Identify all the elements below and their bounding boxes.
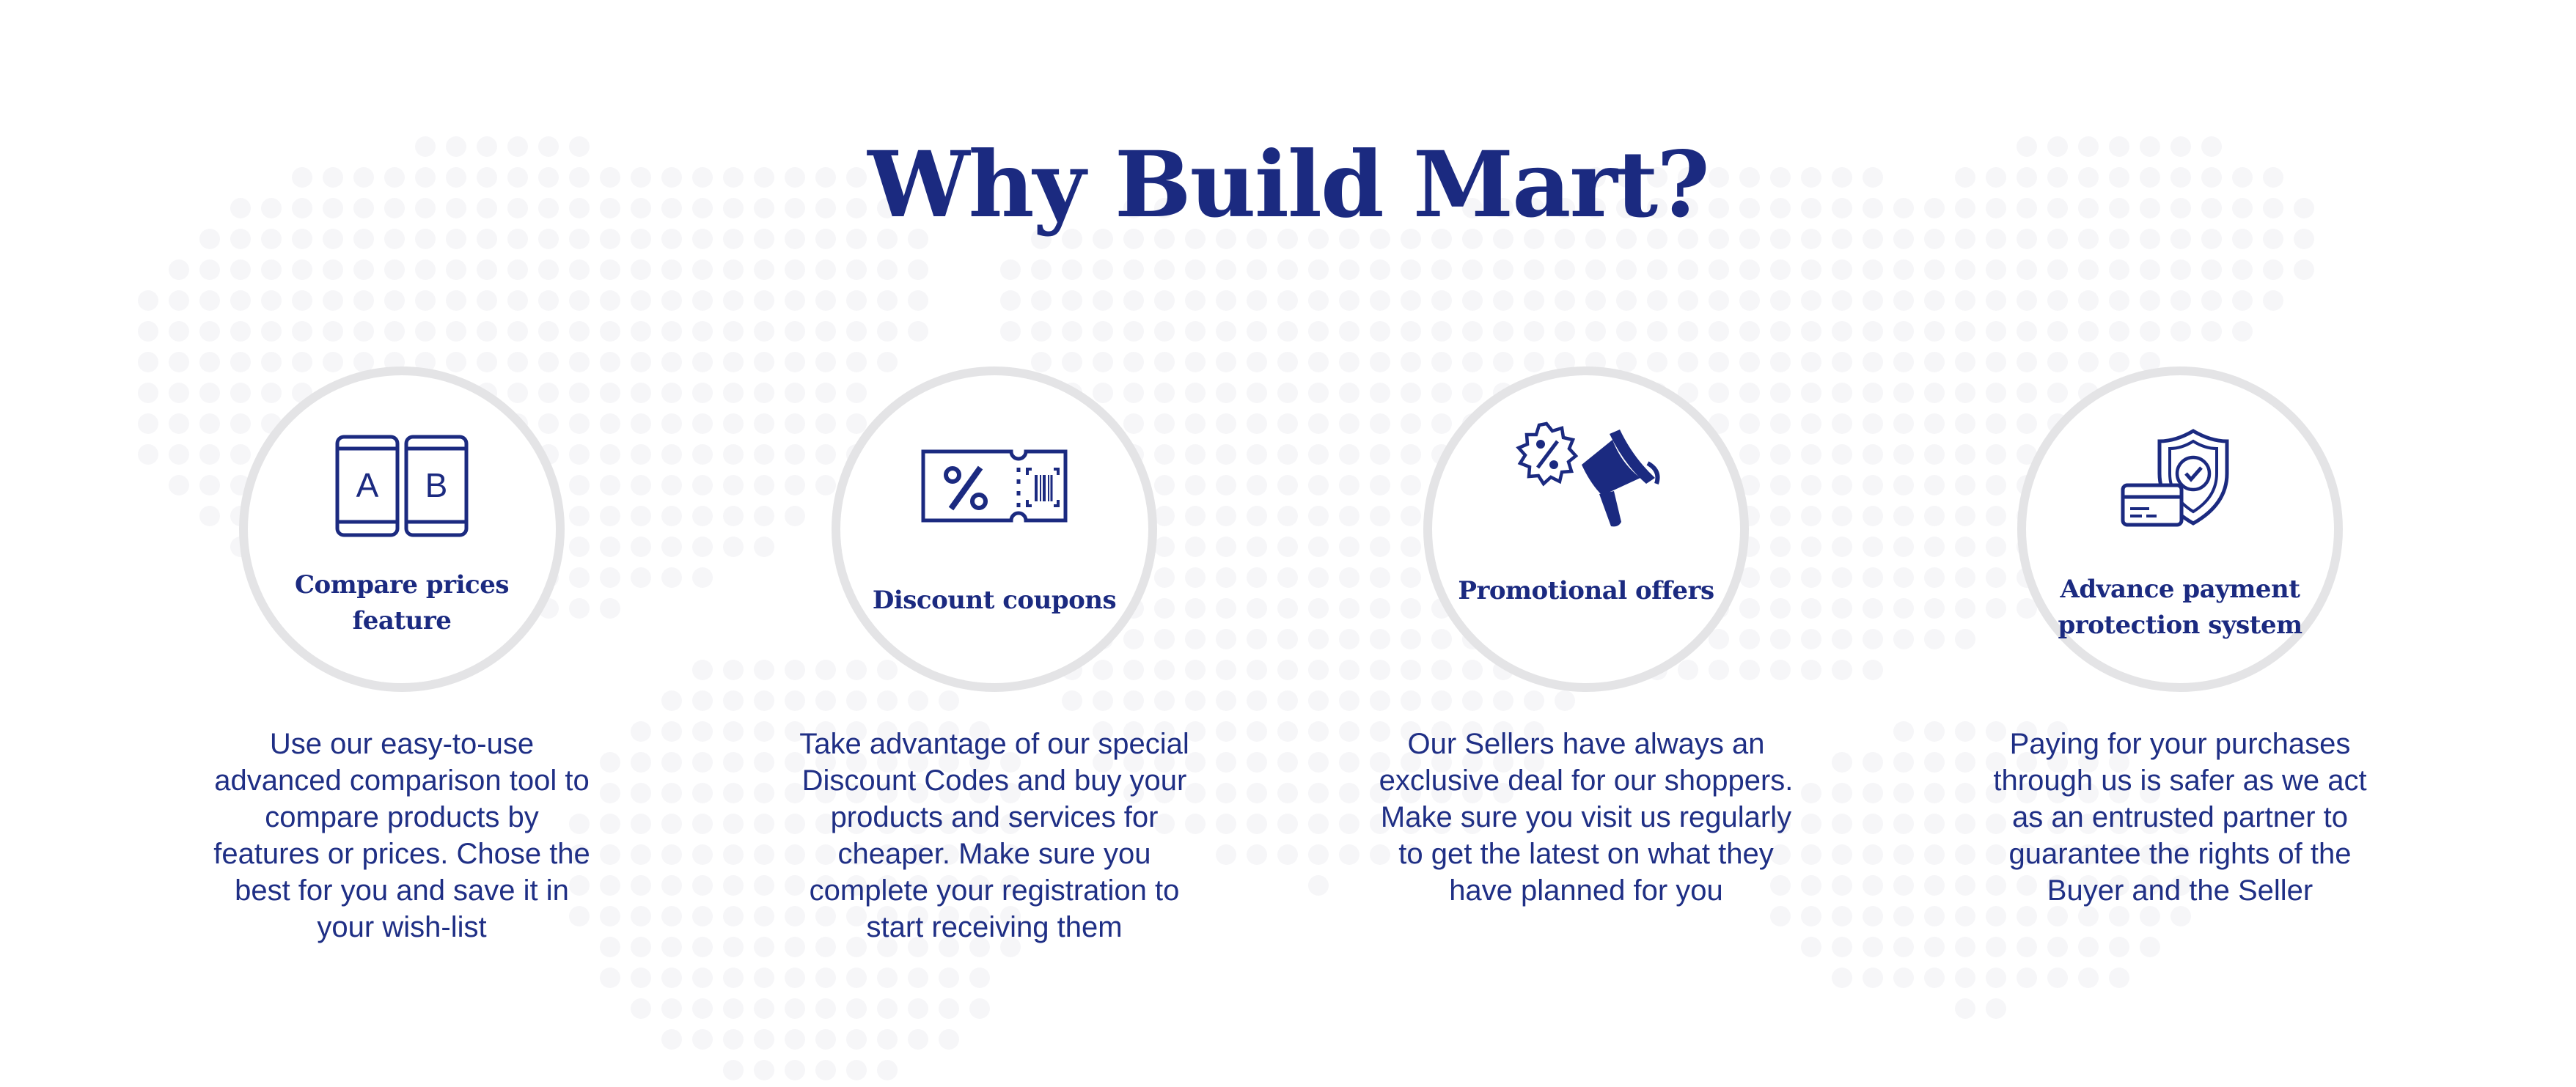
megaphone-percent-icon	[1516, 421, 1660, 527]
description-line: guarantee the rights of the	[2008, 838, 2352, 870]
ab-compare-phones-icon: A B	[335, 435, 469, 537]
feature-description: Take advantage of our special Discount C…	[738, 726, 1251, 946]
feature-label: Promotional offers	[1447, 573, 1725, 609]
shield-card-protection-icon	[2121, 429, 2229, 527]
description-line: advanced comparison tool to	[214, 764, 590, 797]
feature-label-line: Advance payment	[2060, 575, 2300, 604]
description-line: your wish-list	[317, 911, 487, 943]
description-line: Make sure you visit us regularly	[1380, 801, 1792, 833]
description-line: Our Sellers have always an	[1407, 728, 1765, 760]
feature-icon-circle: Promotional offers	[1423, 366, 1749, 692]
feature-description: Use our easy-to-use advanced comparison …	[145, 726, 658, 946]
description-line: to get the latest on what they	[1398, 838, 1774, 870]
feature-label: Discount coupons	[855, 583, 1134, 619]
feature-label-line: Compare prices	[295, 570, 509, 600]
feature-label: Compare prices feature	[263, 567, 541, 639]
description-line: products and services for	[830, 801, 1159, 833]
description-line: have planned for you	[1449, 874, 1723, 907]
feature-label: Advance payment protection system	[2041, 572, 2319, 644]
description-line: Use our easy-to-use	[269, 728, 535, 760]
feature-icon-circle: Discount coupons	[832, 366, 1157, 692]
description-line: complete your registration to	[809, 874, 1180, 907]
feature-label-line: Discount coupons	[872, 586, 1117, 615]
description-line: best for you and save it in	[235, 874, 569, 907]
description-line: as an entrusted partner to	[2011, 801, 2349, 833]
feature-icon-circle: Advance payment protection system	[2017, 366, 2343, 692]
description-line: Buyer and the Seller	[2047, 874, 2313, 907]
feature-description: Paying for your purchases through us is …	[1923, 726, 2437, 909]
discount-coupon-icon	[921, 449, 1068, 523]
description-line: Paying for your purchases	[2009, 728, 2351, 760]
description-line: compare products by	[265, 801, 539, 833]
feature-icon-circle: A B Compare prices feature	[239, 366, 565, 692]
icon-letter-b: B	[425, 466, 448, 504]
feature-label-line: protection system	[2058, 611, 2302, 640]
description-line: start receiving them	[866, 911, 1123, 943]
description-line: Take advantage of our special	[799, 728, 1189, 760]
feature-label-line: Promotional offers	[1458, 576, 1714, 605]
feature-label-line: feature	[352, 606, 452, 635]
description-line: features or prices. Chose the	[213, 838, 590, 870]
description-line: exclusive deal for our shoppers.	[1379, 764, 1794, 797]
description-line: through us is safer as we act	[1993, 764, 2367, 797]
feature-description: Our Sellers have always an exclusive dea…	[1329, 726, 1843, 909]
page-title: Why Build Mart?	[867, 132, 1710, 238]
description-line: Discount Codes and buy your	[801, 764, 1187, 797]
description-line: cheaper. Make sure you	[837, 838, 1151, 870]
icon-letter-a: A	[356, 466, 379, 504]
